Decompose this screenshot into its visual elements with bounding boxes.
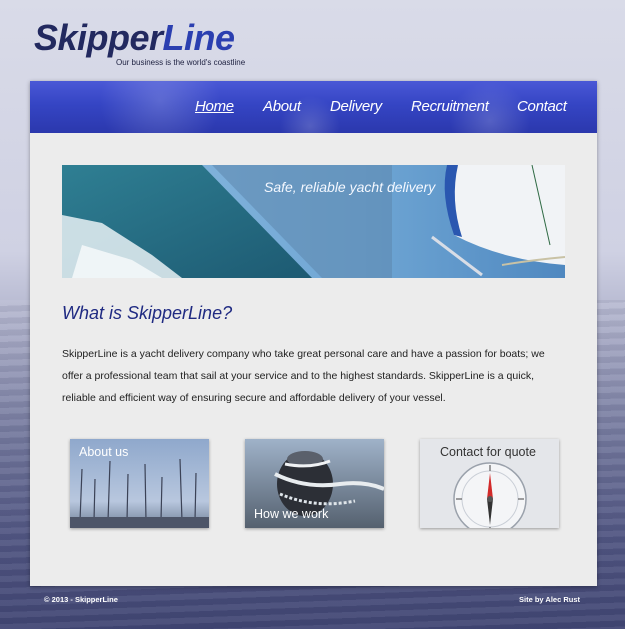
tile-label: Contact for quote xyxy=(440,445,536,459)
footer-copyright: © 2013 - SkipperLine xyxy=(44,595,118,604)
tile-contact-for-quote[interactable]: Contact for quote xyxy=(420,439,559,528)
intro-heading: What is SkipperLine? xyxy=(62,303,233,323)
tile-label: About us xyxy=(79,445,129,459)
tile-about-us[interactable]: About us xyxy=(70,439,209,528)
logo-tagline: Our business is the world's coastline xyxy=(116,58,246,67)
intro-paragraph: SkipperLine is a yacht delivery company … xyxy=(62,348,545,404)
nav-recruitment[interactable]: Recruitment xyxy=(411,98,489,115)
nav-about[interactable]: About xyxy=(263,98,301,115)
main-nav: Home About Delivery Recruitment Contact xyxy=(30,81,597,133)
logo-title: SkipperLine xyxy=(34,18,235,58)
logo-title-part1: Skipper xyxy=(34,17,163,58)
nav-delivery[interactable]: Delivery xyxy=(330,98,382,115)
logo[interactable]: SkipperLine Our business is the world's … xyxy=(34,18,245,68)
footer-credit-link[interactable]: Site by Alec Rust xyxy=(519,595,580,604)
nav-contact[interactable]: Contact xyxy=(517,98,567,115)
banner-caption: Safe, reliable yacht delivery xyxy=(264,179,436,195)
tile-how-we-work[interactable]: How we work xyxy=(245,439,384,528)
content-card: Home About Delivery Recruitment Contact xyxy=(30,81,597,586)
nav-home[interactable]: Home xyxy=(195,98,234,115)
hero-banner: Safe, reliable yacht delivery xyxy=(62,165,565,278)
logo-title-part2: Line xyxy=(162,17,236,58)
nav-glow-decoration xyxy=(100,81,530,133)
tile-label: How we work xyxy=(254,507,329,521)
